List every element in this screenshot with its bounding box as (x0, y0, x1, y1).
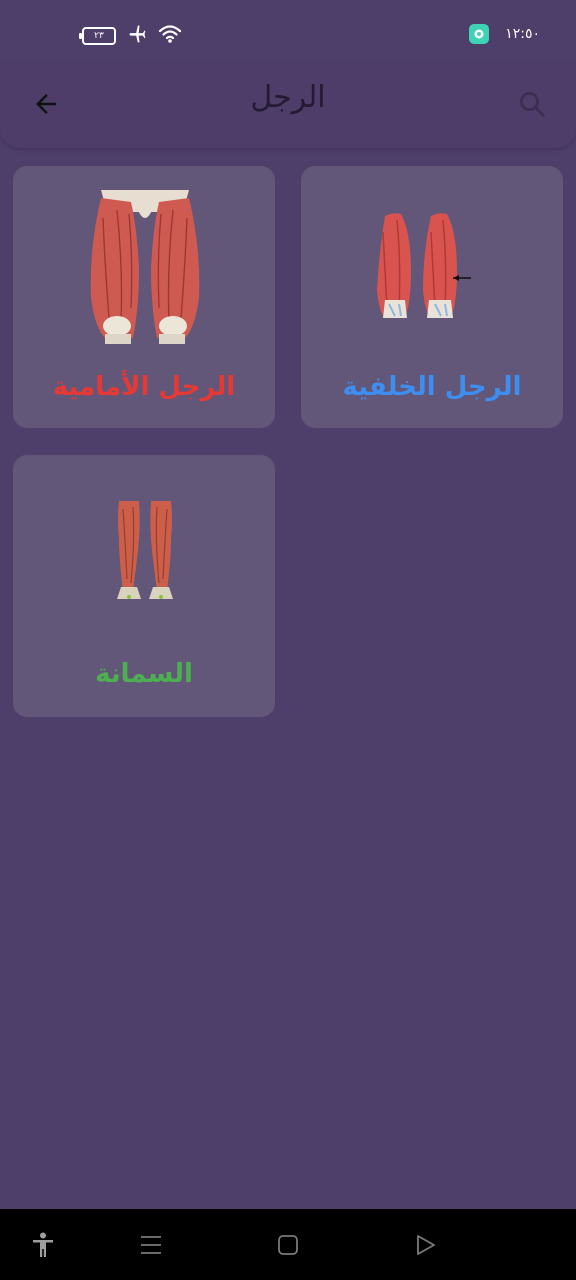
back-icon (417, 1235, 435, 1255)
airplane-icon (126, 24, 148, 48)
accessibility-icon (33, 1232, 53, 1257)
accessibility-button[interactable] (29, 1231, 57, 1259)
page-title: الرجل (250, 80, 326, 115)
app-notification-icon (469, 24, 490, 44)
menu-icon (141, 1236, 161, 1254)
status-bar: ٢٣ ١٢:٥٠ (0, 0, 576, 70)
hamstring-muscles-image (377, 213, 471, 318)
top-app-bar: الرجل (0, 62, 576, 148)
screen: ٢٣ ١٢:٥٠ الرجل الرجل الخلفية الرجل الأما… (0, 0, 576, 1280)
home-button[interactable] (274, 1231, 302, 1259)
card-calves[interactable]: السمانة (13, 455, 275, 717)
home-icon (278, 1235, 298, 1255)
battery-icon: ٢٣ (79, 27, 116, 45)
card-label: الرجل الأمامية (52, 372, 236, 402)
calf-muscles-image (117, 501, 173, 599)
search-button[interactable] (512, 84, 552, 124)
system-navigation-bar (0, 1209, 576, 1280)
quadriceps-muscles-image (90, 190, 200, 344)
recent-apps-button[interactable] (137, 1231, 165, 1259)
card-quadriceps[interactable]: الرجل الأمامية (13, 166, 275, 428)
wifi-icon (158, 24, 182, 48)
card-label: الرجل الخلفية (342, 372, 522, 402)
battery-level: ٢٣ (94, 31, 104, 41)
status-icons-right: ١٢:٥٠ (469, 24, 540, 44)
search-icon (520, 92, 545, 117)
card-label: السمانة (95, 659, 193, 689)
status-time: ١٢:٥٠ (505, 26, 540, 42)
card-hamstrings[interactable]: الرجل الخلفية (301, 166, 563, 428)
status-icons-left: ٢٣ (79, 24, 182, 48)
nav-back-button[interactable] (411, 1231, 439, 1259)
